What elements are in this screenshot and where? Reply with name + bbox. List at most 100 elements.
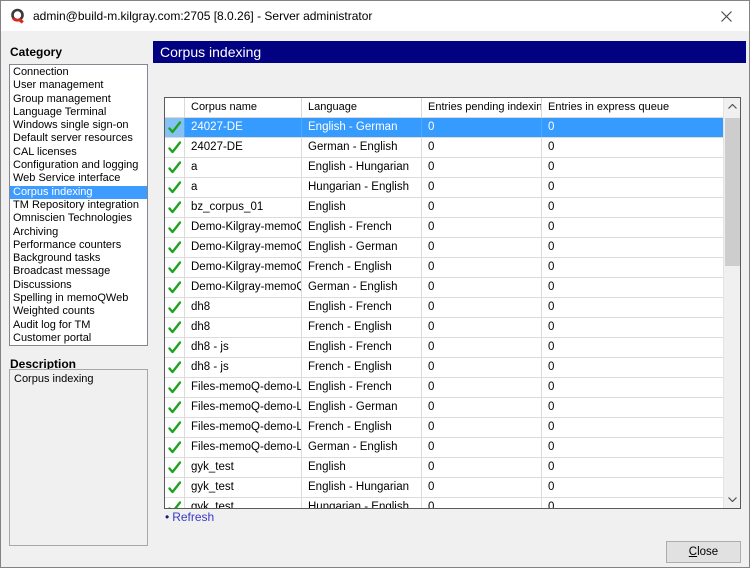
- entries-pending-cell: 0: [422, 118, 542, 137]
- refresh-link[interactable]: •Refresh: [165, 510, 214, 524]
- language-cell: English - German: [302, 118, 422, 137]
- check-icon: [168, 181, 181, 194]
- check-icon: [168, 301, 181, 314]
- vertical-scrollbar[interactable]: [723, 98, 740, 508]
- table-row[interactable]: a Hungarian - English 0 0: [165, 178, 723, 198]
- column-header-entries-pending[interactable]: Entries pending indexing: [422, 98, 542, 117]
- table-row[interactable]: 24027-DE German - English 0 0: [165, 138, 723, 158]
- entries-pending-cell: 0: [422, 338, 542, 357]
- table-row[interactable]: a English - Hungarian 0 0: [165, 158, 723, 178]
- entries-express-cell: 0: [542, 258, 723, 277]
- entries-express-cell: 0: [542, 238, 723, 257]
- sidebar-item[interactable]: Spelling in memoQWeb: [10, 292, 147, 305]
- table-row[interactable]: Files-memoQ-demo-LD-2015 German - Englis…: [165, 438, 723, 458]
- table-row[interactable]: dh8 English - French 0 0: [165, 298, 723, 318]
- table-row[interactable]: bz_corpus_01 English 0 0: [165, 198, 723, 218]
- entries-pending-cell: 0: [422, 278, 542, 297]
- check-icon: [168, 381, 181, 394]
- corpus-name-cell: bz_corpus_01: [185, 198, 302, 217]
- titlebar[interactable]: admin@build-m.kilgray.com:2705 [8.0.26] …: [1, 1, 749, 31]
- language-cell: French - English: [302, 318, 422, 337]
- indexed-status-cell: [165, 438, 185, 457]
- window-close-button[interactable]: [703, 1, 749, 31]
- sidebar-item[interactable]: Customer portal: [10, 332, 147, 345]
- column-header-language[interactable]: Language: [302, 98, 422, 117]
- table-row[interactable]: Demo-Kilgray-memoQ-LD-2... German - Engl…: [165, 278, 723, 298]
- sidebar-item[interactable]: Audit log for TM: [10, 319, 147, 332]
- table-row[interactable]: gyk_test Hungarian - English 0 0: [165, 498, 723, 508]
- sidebar-item[interactable]: Group management: [10, 93, 147, 106]
- close-button-mnemonic: C: [689, 546, 697, 558]
- table-row[interactable]: dh8 French - English 0 0: [165, 318, 723, 338]
- sidebar-item[interactable]: Weighted counts: [10, 305, 147, 318]
- sidebar-item[interactable]: Connection: [10, 66, 147, 79]
- table-row[interactable]: Demo-Kilgray-memoQ-LD-2... English - Fre…: [165, 218, 723, 238]
- sidebar-item[interactable]: Archiving: [10, 226, 147, 239]
- scrollbar-down-icon[interactable]: [724, 491, 741, 508]
- sidebar-item[interactable]: Web Service interface: [10, 172, 147, 185]
- indexed-status-cell: [165, 478, 185, 497]
- sidebar-item[interactable]: Broadcast message: [10, 265, 147, 278]
- entries-pending-cell: 0: [422, 298, 542, 317]
- corpus-name-cell: dh8: [185, 298, 302, 317]
- table-rows: 24027-DE English - German 0 0 24027-DE G…: [165, 118, 723, 508]
- column-header-corpus-name[interactable]: Corpus name: [185, 98, 302, 117]
- check-icon: [168, 221, 181, 234]
- sidebar-item[interactable]: Background tasks: [10, 252, 147, 265]
- description-box: Corpus indexing: [9, 369, 148, 546]
- corpus-name-cell: gyk_test: [185, 458, 302, 477]
- sidebar-item[interactable]: TM Repository integration: [10, 199, 147, 212]
- check-icon: [168, 341, 181, 354]
- entries-express-cell: 0: [542, 438, 723, 457]
- table-row[interactable]: Files-memoQ-demo-LD-2015 English - Frenc…: [165, 378, 723, 398]
- indexed-status-cell: [165, 158, 185, 177]
- check-icon: [168, 241, 181, 254]
- corpus-name-cell: Files-memoQ-demo-LD-2015: [185, 398, 302, 417]
- entries-express-cell: 0: [542, 338, 723, 357]
- table-row[interactable]: 24027-DE English - German 0 0: [165, 118, 723, 138]
- check-icon: [168, 321, 181, 334]
- table-row[interactable]: Files-memoQ-demo-LD-2015 English - Germa…: [165, 398, 723, 418]
- close-button[interactable]: Close: [666, 541, 741, 563]
- sidebar-item[interactable]: User management: [10, 79, 147, 92]
- table-row[interactable]: Files-memoQ-demo-LD-2015 French - Englis…: [165, 418, 723, 438]
- sidebar-item[interactable]: Corpus indexing: [10, 186, 147, 199]
- sidebar-item[interactable]: Configuration and logging: [10, 159, 147, 172]
- check-icon: [168, 421, 181, 434]
- language-cell: German - English: [302, 438, 422, 457]
- sidebar-item[interactable]: Default server resources: [10, 132, 147, 145]
- page-title: Corpus indexing: [153, 41, 746, 63]
- indexed-status-cell: [165, 418, 185, 437]
- table-row[interactable]: dh8 - js English - French 0 0: [165, 338, 723, 358]
- table-row[interactable]: gyk_test English 0 0: [165, 458, 723, 478]
- entries-express-cell: 0: [542, 378, 723, 397]
- corpus-name-cell: dh8 - js: [185, 338, 302, 357]
- sidebar-item[interactable]: Language Terminal: [10, 106, 147, 119]
- column-header-status[interactable]: [165, 98, 185, 117]
- table-row[interactable]: gyk_test English - Hungarian 0 0: [165, 478, 723, 498]
- sidebar-item[interactable]: Performance counters: [10, 239, 147, 252]
- entries-pending-cell: 0: [422, 438, 542, 457]
- entries-express-cell: 0: [542, 318, 723, 337]
- table-row[interactable]: dh8 - js French - English 0 0: [165, 358, 723, 378]
- sidebar-item[interactable]: Discussions: [10, 279, 147, 292]
- entries-express-cell: 0: [542, 198, 723, 217]
- entries-pending-cell: 0: [422, 198, 542, 217]
- check-icon: [168, 121, 181, 134]
- indexed-status-cell: [165, 138, 185, 157]
- language-cell: English - Hungarian: [302, 478, 422, 497]
- scrollbar-thumb[interactable]: [725, 118, 740, 266]
- table-row[interactable]: Demo-Kilgray-memoQ-LD-2... English - Ger…: [165, 238, 723, 258]
- table-row[interactable]: Demo-Kilgray-memoQ-LD-2... French - Engl…: [165, 258, 723, 278]
- indexed-status-cell: [165, 358, 185, 377]
- sidebar-item[interactable]: Windows single sign-on: [10, 119, 147, 132]
- refresh-label[interactable]: Refresh: [172, 510, 214, 524]
- sidebar-item[interactable]: Omniscien Technologies: [10, 212, 147, 225]
- sidebar-item[interactable]: CAL licenses: [10, 146, 147, 159]
- entries-express-cell: 0: [542, 118, 723, 137]
- entries-express-cell: 0: [542, 298, 723, 317]
- column-header-entries-express[interactable]: Entries in express queue: [542, 98, 723, 117]
- indexed-status-cell: [165, 258, 185, 277]
- scrollbar-up-icon[interactable]: [724, 98, 741, 115]
- corpus-name-cell: Files-memoQ-demo-LD-2015: [185, 418, 302, 437]
